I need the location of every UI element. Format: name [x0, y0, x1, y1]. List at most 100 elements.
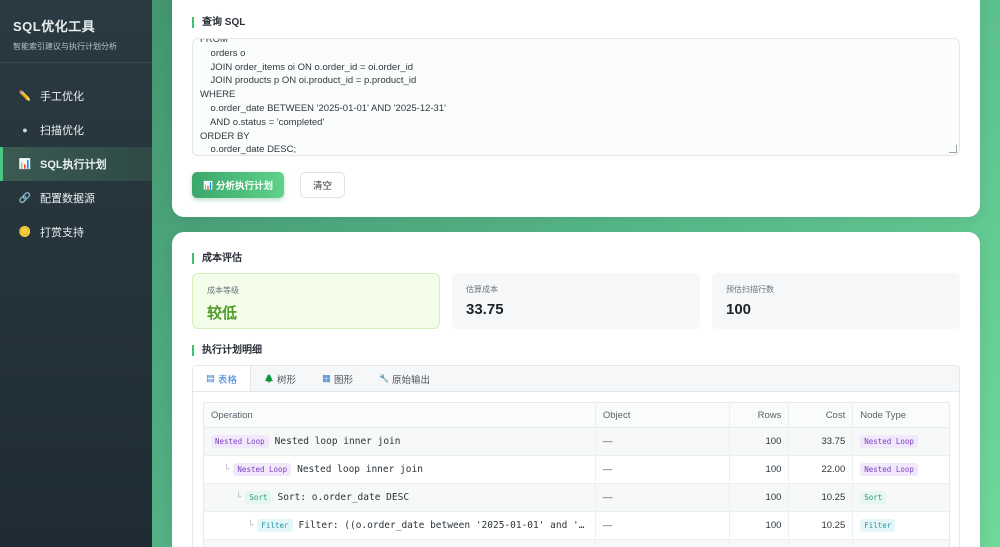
operation-cell: Nested Loop Nested loop inner join	[204, 428, 596, 455]
column-header: Node Type	[860, 409, 907, 421]
sql-line: WHERE	[200, 89, 236, 101]
rows-cell: 100	[730, 428, 790, 455]
table-row[interactable]: Nested Loop Nested loop inner join — 100…	[204, 428, 949, 456]
column-header: Operation	[204, 403, 596, 427]
sidebar-item-manual[interactable]: ✏️ 手工优化	[0, 79, 152, 113]
pencil-icon: ✏️	[18, 90, 32, 102]
graph-icon: ▦	[321, 373, 331, 384]
chart-icon: 📊	[18, 158, 32, 170]
resize-handle[interactable]	[949, 145, 957, 153]
metric-label: 成本等级	[207, 286, 239, 295]
tree-connector: └	[224, 464, 230, 475]
sql-input[interactable]: FROM orders o JOIN order_items oi ON o.o…	[192, 38, 960, 156]
cost-cell: 22.00	[789, 456, 854, 483]
table-row[interactable]: └ Filter Filter: ((o.order_date between …	[204, 512, 949, 540]
app-subtitle: 智能索引建议与执行计划分析	[13, 42, 117, 51]
plan-table-panel: Operation Object Rows Cost Node Type Nes…	[192, 391, 960, 547]
sidebar-item-label: 手工优化	[40, 91, 84, 103]
table-icon: ▤	[206, 373, 215, 384]
tab-table[interactable]: ▤ 表格	[193, 366, 251, 392]
sidebar-nav: ✏️ 手工优化 ● 扫描优化 📊 SQL执行计划 🔗 配置数据源 🪙 打赏支持	[0, 79, 152, 249]
sql-line: JOIN products p ON oi.product_id = p.pro…	[200, 75, 417, 87]
metric-value: 较低	[207, 305, 238, 322]
operation-cell: └ Filter Filter: ((o.order_date between …	[204, 512, 596, 539]
sidebar-item-label: 配置数据源	[40, 193, 95, 205]
analyze-plan-label: 分析执行计划	[215, 181, 273, 192]
sidebar: SQL优化工具 智能索引建议与执行计划分析 ✏️ 手工优化 ● 扫描优化 📊 S…	[0, 0, 152, 547]
rows-cell: 100	[730, 456, 790, 483]
column-header: Cost	[789, 403, 854, 427]
tab-raw-output[interactable]: 🔧 原始输出	[366, 366, 443, 391]
search-icon: ●	[22, 125, 28, 135]
operation-text: Filter: ((o.order_date between '2025-01-…	[298, 520, 585, 531]
tree-icon: 🌲	[264, 374, 274, 383]
sql-line: o.order_date BETWEEN '2025-01-01' AND '2…	[200, 102, 446, 114]
sql-line: o.order_date DESC;	[200, 144, 297, 156]
wrench-icon: 🔧	[378, 374, 389, 383]
table-row[interactable]: └	[204, 540, 949, 547]
plan-table: Operation Object Rows Cost Node Type Nes…	[203, 402, 950, 547]
analyze-plan-button[interactable]: 📊 分析执行计划	[192, 172, 284, 198]
rows-cell: 100	[730, 484, 790, 511]
link-icon: 🔗	[18, 192, 32, 204]
object-cell: —	[596, 484, 730, 511]
sidebar-item-label: 打赏支持	[40, 227, 84, 239]
sidebar-item-scan[interactable]: ● 扫描优化	[0, 113, 152, 147]
object-cell	[596, 540, 730, 547]
tree-connector: └	[248, 520, 254, 531]
sql-line: ORDER BY	[200, 130, 250, 142]
operation-text: Sort: o.order_date DESC	[277, 492, 410, 503]
tab-label: 树形	[276, 374, 296, 386]
brand: SQL优化工具 智能索引建议与执行计划分析	[0, 0, 152, 63]
plan-tabs: ▤ 表格 🌲 树形 ▦ 图形 🔧 原始输出	[192, 365, 960, 392]
sql-line: orders o	[200, 47, 246, 59]
node-type-badge: Nested Loop	[860, 435, 918, 448]
node-type-cell: Nested Loop	[853, 456, 949, 483]
cost-cell	[789, 540, 854, 547]
operation-text: Nested loop inner join	[274, 436, 401, 447]
node-badge: Sort	[245, 491, 272, 504]
node-type-cell	[853, 540, 949, 547]
column-header: Object	[596, 403, 730, 427]
metric-label: 预估扫描行数	[726, 285, 774, 294]
plan-section-title: 执行计划明细	[192, 345, 262, 356]
tab-graph[interactable]: ▦ 图形	[309, 366, 366, 391]
operation-cell: └ Nested Loop Nested loop inner join	[204, 456, 596, 483]
tab-label: 原始输出	[391, 374, 430, 386]
operation-text: Nested loop inner join	[297, 464, 423, 475]
object-cell: —	[596, 456, 730, 483]
sidebar-item-plan[interactable]: 📊 SQL执行计划	[0, 147, 152, 181]
sql-line: JOIN order_items oi ON o.order_id = oi.o…	[200, 61, 414, 73]
estimated-cost-metric: 估算成本 33.75	[452, 273, 700, 329]
tab-label: 表格	[217, 374, 237, 386]
object-cell: —	[596, 428, 730, 455]
operation-cell: └ Sort Sort: o.order_date DESC	[204, 484, 596, 511]
sidebar-item-donate[interactable]: 🪙 打赏支持	[0, 215, 152, 249]
sidebar-item-label: 扫描优化	[40, 125, 84, 137]
rows-cell	[730, 540, 790, 547]
node-type-cell: Sort	[853, 484, 949, 511]
object-cell: —	[596, 512, 730, 539]
table-row[interactable]: └ Sort Sort: o.order_date DESC — 100 10.…	[204, 484, 949, 512]
table-row[interactable]: └ Nested Loop Nested loop inner join — 1…	[204, 456, 949, 484]
node-type-cell: Filter	[853, 512, 949, 539]
sql-line: AND o.status = 'completed'	[200, 116, 325, 128]
sql-text: FROM orders o JOIN order_items oi ON o.o…	[200, 38, 959, 156]
node-type-badge: Filter	[860, 519, 896, 532]
tab-tree[interactable]: 🌲 树形	[251, 366, 309, 391]
metric-value: 33.75	[466, 301, 504, 318]
node-badge: Filter	[257, 519, 293, 532]
clear-button[interactable]: 清空	[300, 172, 345, 198]
cost-level-metric: 成本等级 较低	[192, 273, 440, 329]
cost-cell: 10.25	[789, 512, 854, 539]
node-type-badge: Nested Loop	[860, 463, 918, 476]
sidebar-item-datasource[interactable]: 🔗 配置数据源	[0, 181, 152, 215]
query-card: 查询 SQL FROM orders o JOIN order_items oi…	[172, 0, 980, 217]
column-header: Rows	[730, 403, 790, 427]
table-body: Nested Loop Nested loop inner join — 100…	[204, 428, 949, 547]
cost-cell: 10.25	[789, 484, 854, 511]
metric-value: 100	[726, 301, 752, 318]
sql-line: FROM	[200, 38, 228, 45]
node-badge: Nested Loop	[233, 463, 292, 476]
rows-cell: 100	[730, 512, 790, 539]
